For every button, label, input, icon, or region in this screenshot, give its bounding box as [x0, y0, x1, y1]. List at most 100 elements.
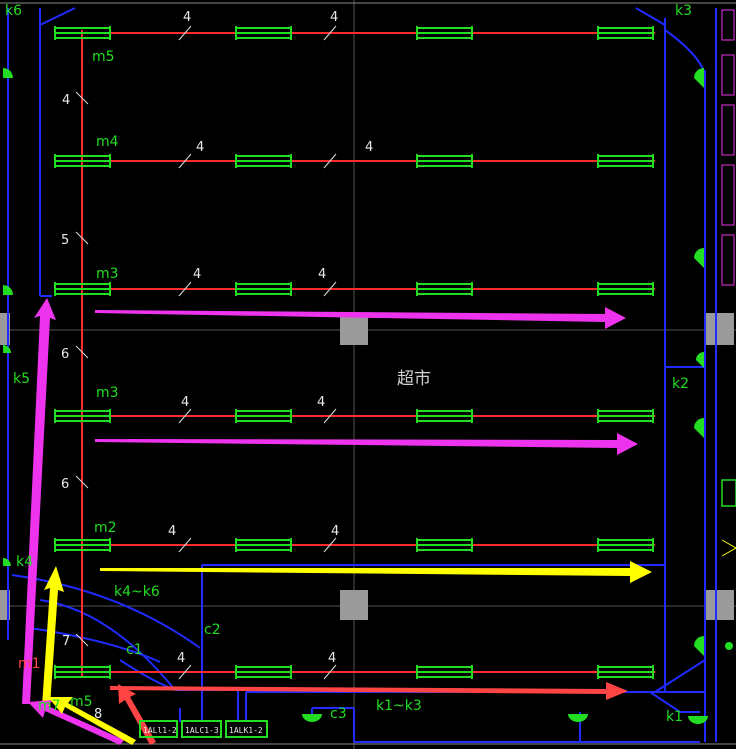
- wire-count: 8: [94, 707, 102, 722]
- wire-count: 4: [183, 10, 191, 25]
- panel-label: 1ALl1-2: [143, 726, 177, 735]
- light-fixture: [235, 26, 292, 40]
- side-detail: [721, 9, 735, 41]
- wire-count: 4: [330, 10, 338, 25]
- light-fixture: [597, 26, 654, 40]
- circuit-label-k6: k6: [5, 3, 22, 19]
- wall-line: [39, 7, 76, 26]
- wall-fixture: [3, 558, 11, 566]
- side-panel: [721, 479, 736, 507]
- light-fixture: [54, 538, 111, 552]
- circuit-label-k3: k3: [675, 3, 692, 19]
- light-fixture: [597, 282, 654, 296]
- column: [706, 313, 734, 345]
- light-fixture: [597, 538, 654, 552]
- arrow-pink: [95, 433, 638, 455]
- wire-count: 4: [331, 524, 339, 539]
- wire-count: 4: [365, 140, 373, 155]
- wire-count: 6: [61, 347, 69, 362]
- wire-count: 5: [61, 233, 69, 248]
- circuit-label-m3: m3: [96, 385, 119, 401]
- wall-line: [664, 29, 706, 76]
- circuit-label-c1: c1: [126, 642, 143, 658]
- wire-count: 4: [317, 395, 325, 410]
- circuit-label-k5: k5: [13, 371, 30, 387]
- circuit-label-c3: c3: [330, 706, 347, 722]
- light-fixture: [235, 154, 292, 168]
- side-detail: [721, 164, 735, 226]
- wall-line: [635, 7, 666, 26]
- light-fixture: [54, 409, 111, 423]
- light-fixture: [597, 409, 654, 423]
- wall-fixture: [694, 636, 704, 656]
- light-fixture: [235, 665, 292, 679]
- wall-line: [119, 659, 176, 691]
- wire-count: 4: [318, 267, 326, 282]
- side-detail: [721, 54, 735, 96]
- wall-fixture: [694, 418, 704, 438]
- circuit-label-k4-k6: k4~k6: [114, 584, 160, 600]
- circuit-label-k1-k3: k1~k3: [376, 698, 422, 714]
- lighting-rows: [54, 25, 655, 680]
- side-detail: [721, 104, 735, 156]
- light-fixture: [54, 665, 111, 679]
- arrow-yellow-vertical: [42, 566, 64, 706]
- circuit-label-k2: k2: [672, 376, 689, 392]
- light-fixture: [416, 282, 473, 296]
- circuit-label-m3: m3: [96, 266, 119, 282]
- column: [340, 315, 368, 345]
- wall-fixture: [302, 714, 322, 722]
- side-mark: [721, 547, 736, 557]
- wire-count: 7: [62, 634, 70, 649]
- wire-count: 4: [193, 267, 201, 282]
- light-fixture: [235, 538, 292, 552]
- room-name: 超市: [397, 369, 431, 389]
- wire-count: 4: [181, 395, 189, 410]
- wall-fixture: [568, 714, 588, 722]
- electrical-floor-plan: 超市 m5 m4 m3 m3 m2 m1 m5 m7 k6 k3 k5 k4 k…: [0, 0, 736, 749]
- light-fixture: [416, 538, 473, 552]
- circuit-label-m4: m4: [96, 134, 119, 150]
- circuit-label-c2: c2: [204, 622, 221, 638]
- circuit-label-m2: m2: [94, 520, 117, 536]
- light-fixture: [54, 26, 111, 40]
- wire-count: 4: [177, 651, 185, 666]
- wall-fixture: [696, 352, 704, 368]
- side-mark: [721, 539, 736, 549]
- light-fixture: [416, 665, 473, 679]
- wall-fixture: [3, 285, 13, 295]
- wire-count: 4: [62, 93, 70, 108]
- column: [706, 590, 734, 620]
- blue-walls: [7, 7, 717, 743]
- light-fixture: [235, 409, 292, 423]
- wire-count: 4: [196, 140, 204, 155]
- light-fixture: [597, 154, 654, 168]
- distribution-panels: 1ALl1-2 1ALC1-3 1ALK1-2: [139, 720, 268, 738]
- wall-line: [654, 659, 706, 693]
- circuit-label-k4: k4: [16, 554, 33, 570]
- light-fixture: [416, 154, 473, 168]
- wall-line: [11, 574, 201, 649]
- light-fixture: [416, 409, 473, 423]
- wire-count: 4: [168, 524, 176, 539]
- side-detail: [721, 234, 735, 286]
- grid-lines: [0, 0, 736, 749]
- wall-fixture: [694, 248, 704, 268]
- circuit-label-k1: k1: [666, 709, 683, 725]
- wire-count: 6: [61, 477, 69, 492]
- panel-label: 1ALC1-3: [185, 726, 219, 735]
- wall-fixture: [725, 642, 733, 650]
- wall-fixture: [3, 68, 13, 78]
- panel-label: 1ALK1-2: [229, 726, 263, 735]
- light-fixture: [54, 282, 111, 296]
- circuit-label-m5: m5: [92, 49, 115, 65]
- side-details: [721, 9, 735, 286]
- light-fixture: [416, 26, 473, 40]
- light-fixture: [235, 282, 292, 296]
- column: [340, 590, 368, 620]
- light-fixture: [597, 665, 654, 679]
- wall-fixture: [694, 68, 704, 88]
- wire-count-labels: 4 4 4 4 4 4 4 4 4 4 4 4 4 5 6 6 7 8: [61, 10, 373, 722]
- circuit-label-m7: m7: [38, 698, 61, 714]
- wire-count: 4: [328, 651, 336, 666]
